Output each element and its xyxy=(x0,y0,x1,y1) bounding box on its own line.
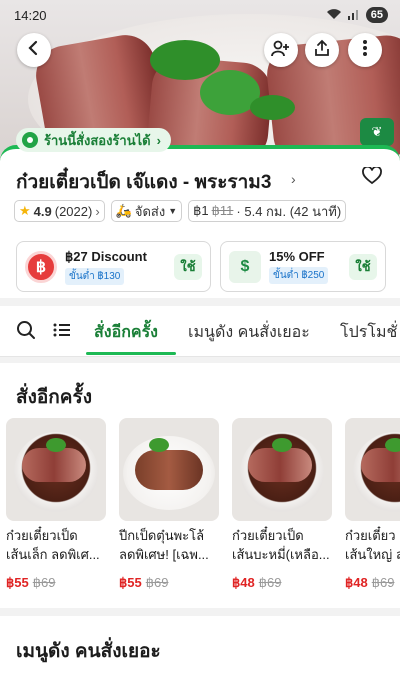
menu-item-image xyxy=(232,418,332,521)
menu-tab-bar: สั่งอีกครั้ง เมนูดัง คนสั่งเยอะ โปรโมชั่ xyxy=(0,306,400,357)
order-again-section: สั่งอีกครั้ง ก๋วยเตี๋ยวเป็ด เส้นเล็ก ลดพิ… xyxy=(0,363,400,608)
menu-item-name: ปีกเป็ดตุ๋นพะโล้ ลดพิเศษ! [เฉพ... xyxy=(119,528,209,562)
status-bar: 14:20 65 xyxy=(0,0,400,30)
delivery-fee-now: ฿1 xyxy=(193,203,209,218)
signal-icon xyxy=(347,8,360,23)
menu-item-image xyxy=(345,418,400,521)
chevron-right-icon: › xyxy=(156,132,161,148)
more-vertical-icon xyxy=(362,39,368,62)
chevron-right-icon[interactable]: › xyxy=(291,171,296,187)
share-icon xyxy=(313,39,331,62)
caret-down-icon: ▼ xyxy=(168,206,178,216)
favorite-heart-icon[interactable] xyxy=(362,165,382,190)
store-info-card: ก๋วยเตี๋ยวเป็ด เจ๊แดง - พระราม3 › ★ 4.9 … xyxy=(0,145,400,298)
multi-store-label: ร้านนี้สั่งสองร้านได้ xyxy=(44,132,151,148)
menu-item-price: ฿48 ฿69 xyxy=(345,575,395,590)
rating-count: (2022) xyxy=(54,203,93,219)
delivery-distance: · 5.4 กม. (42 นาที) xyxy=(236,203,342,219)
store-badge-icon xyxy=(22,132,38,148)
delivery-scooter-icon: 🛵 xyxy=(115,203,132,218)
search-icon[interactable] xyxy=(16,320,36,345)
menu-item-image xyxy=(119,418,219,521)
menu-item-card[interactable]: ปีกเป็ดตุ๋นพะโล้ ลดพิเศษ! [เฉพ... ฿55 ฿69 xyxy=(119,418,219,591)
coupon-icon: $ xyxy=(229,250,261,283)
section-title: เมนูดัง คนสั่งเยอะ xyxy=(16,641,161,662)
delivery-label: จัดส่ง xyxy=(134,203,166,219)
promo-title: ฿27 Discount xyxy=(65,248,147,264)
menu-item-card[interactable]: ก๋วยเตี๋ยวเป็ด เส้นเล็ก ลดพิเศ... ฿55 ฿69 xyxy=(6,418,106,591)
rating-chip[interactable]: ★ 4.9 (2022) › xyxy=(14,200,105,222)
wifi-icon xyxy=(326,8,342,23)
star-icon: ★ xyxy=(19,203,31,218)
menu-item-name: ก๋วยเตี๋ยว เส้นใหญ่ ล xyxy=(345,528,400,562)
promo-min-spend: ขั้นต่ำ ฿250 xyxy=(269,267,329,284)
battery-indicator: 65 xyxy=(365,7,388,23)
use-promo-button[interactable]: ใช้ xyxy=(349,253,377,280)
rating-value: 4.9 xyxy=(33,203,52,219)
tab-promotions[interactable]: โปรโมชั่ xyxy=(340,320,397,345)
tab-popular-menu[interactable]: เมนูดัง คนสั่งเยอะ xyxy=(188,320,310,345)
group-order-button[interactable] xyxy=(264,33,298,67)
store-name[interactable]: ก๋วยเตี๋ยวเป็ด เจ๊แดง - พระราม3 xyxy=(16,167,271,197)
menu-item-name: ก๋วยเตี๋ยวเป็ด เส้นบะหมี่(เหลือ... xyxy=(232,528,330,562)
menu-item-image xyxy=(6,418,106,521)
store-page: 14:20 65 ❦ ก๋วยเตี๋ยวเป็ด เจ๊แดง - พระรา… xyxy=(0,0,400,679)
promo-title: 15% OFF xyxy=(269,249,325,264)
menu-item-price: ฿55 ฿69 xyxy=(6,575,56,590)
promo-card-percent[interactable]: $ 15% OFF ขั้นต่ำ ฿250 ใช้ xyxy=(220,241,386,292)
chevron-right-icon: › xyxy=(95,203,100,219)
baht-coupon-icon: ฿ xyxy=(25,250,57,283)
chevron-left-icon xyxy=(26,40,42,61)
more-options-button[interactable] xyxy=(348,33,382,67)
promo-min-spend: ขั้นต่ำ ฿130 xyxy=(65,267,125,285)
back-button[interactable] xyxy=(17,33,51,67)
delivery-fee-info: ฿1 ฿11 · 5.4 กม. (42 นาที) xyxy=(188,200,347,222)
promo-card-discount[interactable]: ฿ ฿27 Discount ขั้นต่ำ ฿130 ใช้ xyxy=(16,241,211,292)
tab-order-again[interactable]: สั่งอีกครั้ง xyxy=(94,320,158,345)
section-title: สั่งอีกครั้ง xyxy=(16,387,92,408)
delivery-fee-old: ฿11 xyxy=(211,203,234,218)
menu-item-price: ฿55 ฿69 xyxy=(119,575,169,590)
multi-store-badge[interactable]: ร้านนี้สั่งสองร้านได้ › xyxy=(16,128,171,152)
award-badge-icon: ❦ xyxy=(360,118,394,146)
status-time: 14:20 xyxy=(14,7,47,23)
menu-item-price: ฿48 ฿69 xyxy=(232,575,282,590)
share-button[interactable] xyxy=(305,33,339,67)
menu-item-card[interactable]: ก๋วยเตี๋ยวเป็ด เส้นบะหมี่(เหลือ... ฿48 ฿6… xyxy=(232,418,332,591)
menu-item-name: ก๋วยเตี๋ยวเป็ด เส้นเล็ก ลดพิเศ... xyxy=(6,528,100,562)
menu-list-icon[interactable] xyxy=(52,320,72,345)
active-tab-indicator xyxy=(86,352,176,355)
use-promo-button[interactable]: ใช้ xyxy=(174,253,202,280)
add-people-icon xyxy=(271,39,291,62)
popular-menu-section: เมนูดัง คนสั่งเยอะ xyxy=(0,616,400,679)
delivery-mode-select[interactable]: 🛵 จัดส่ง ▼ xyxy=(110,200,183,222)
menu-item-card[interactable]: ก๋วยเตี๋ยว เส้นใหญ่ ล ฿48 ฿69 xyxy=(345,418,400,591)
store-meta-row: ★ 4.9 (2022) › 🛵 จัดส่ง ▼ ฿1 ฿11 · 5.4 ก… xyxy=(14,200,347,222)
